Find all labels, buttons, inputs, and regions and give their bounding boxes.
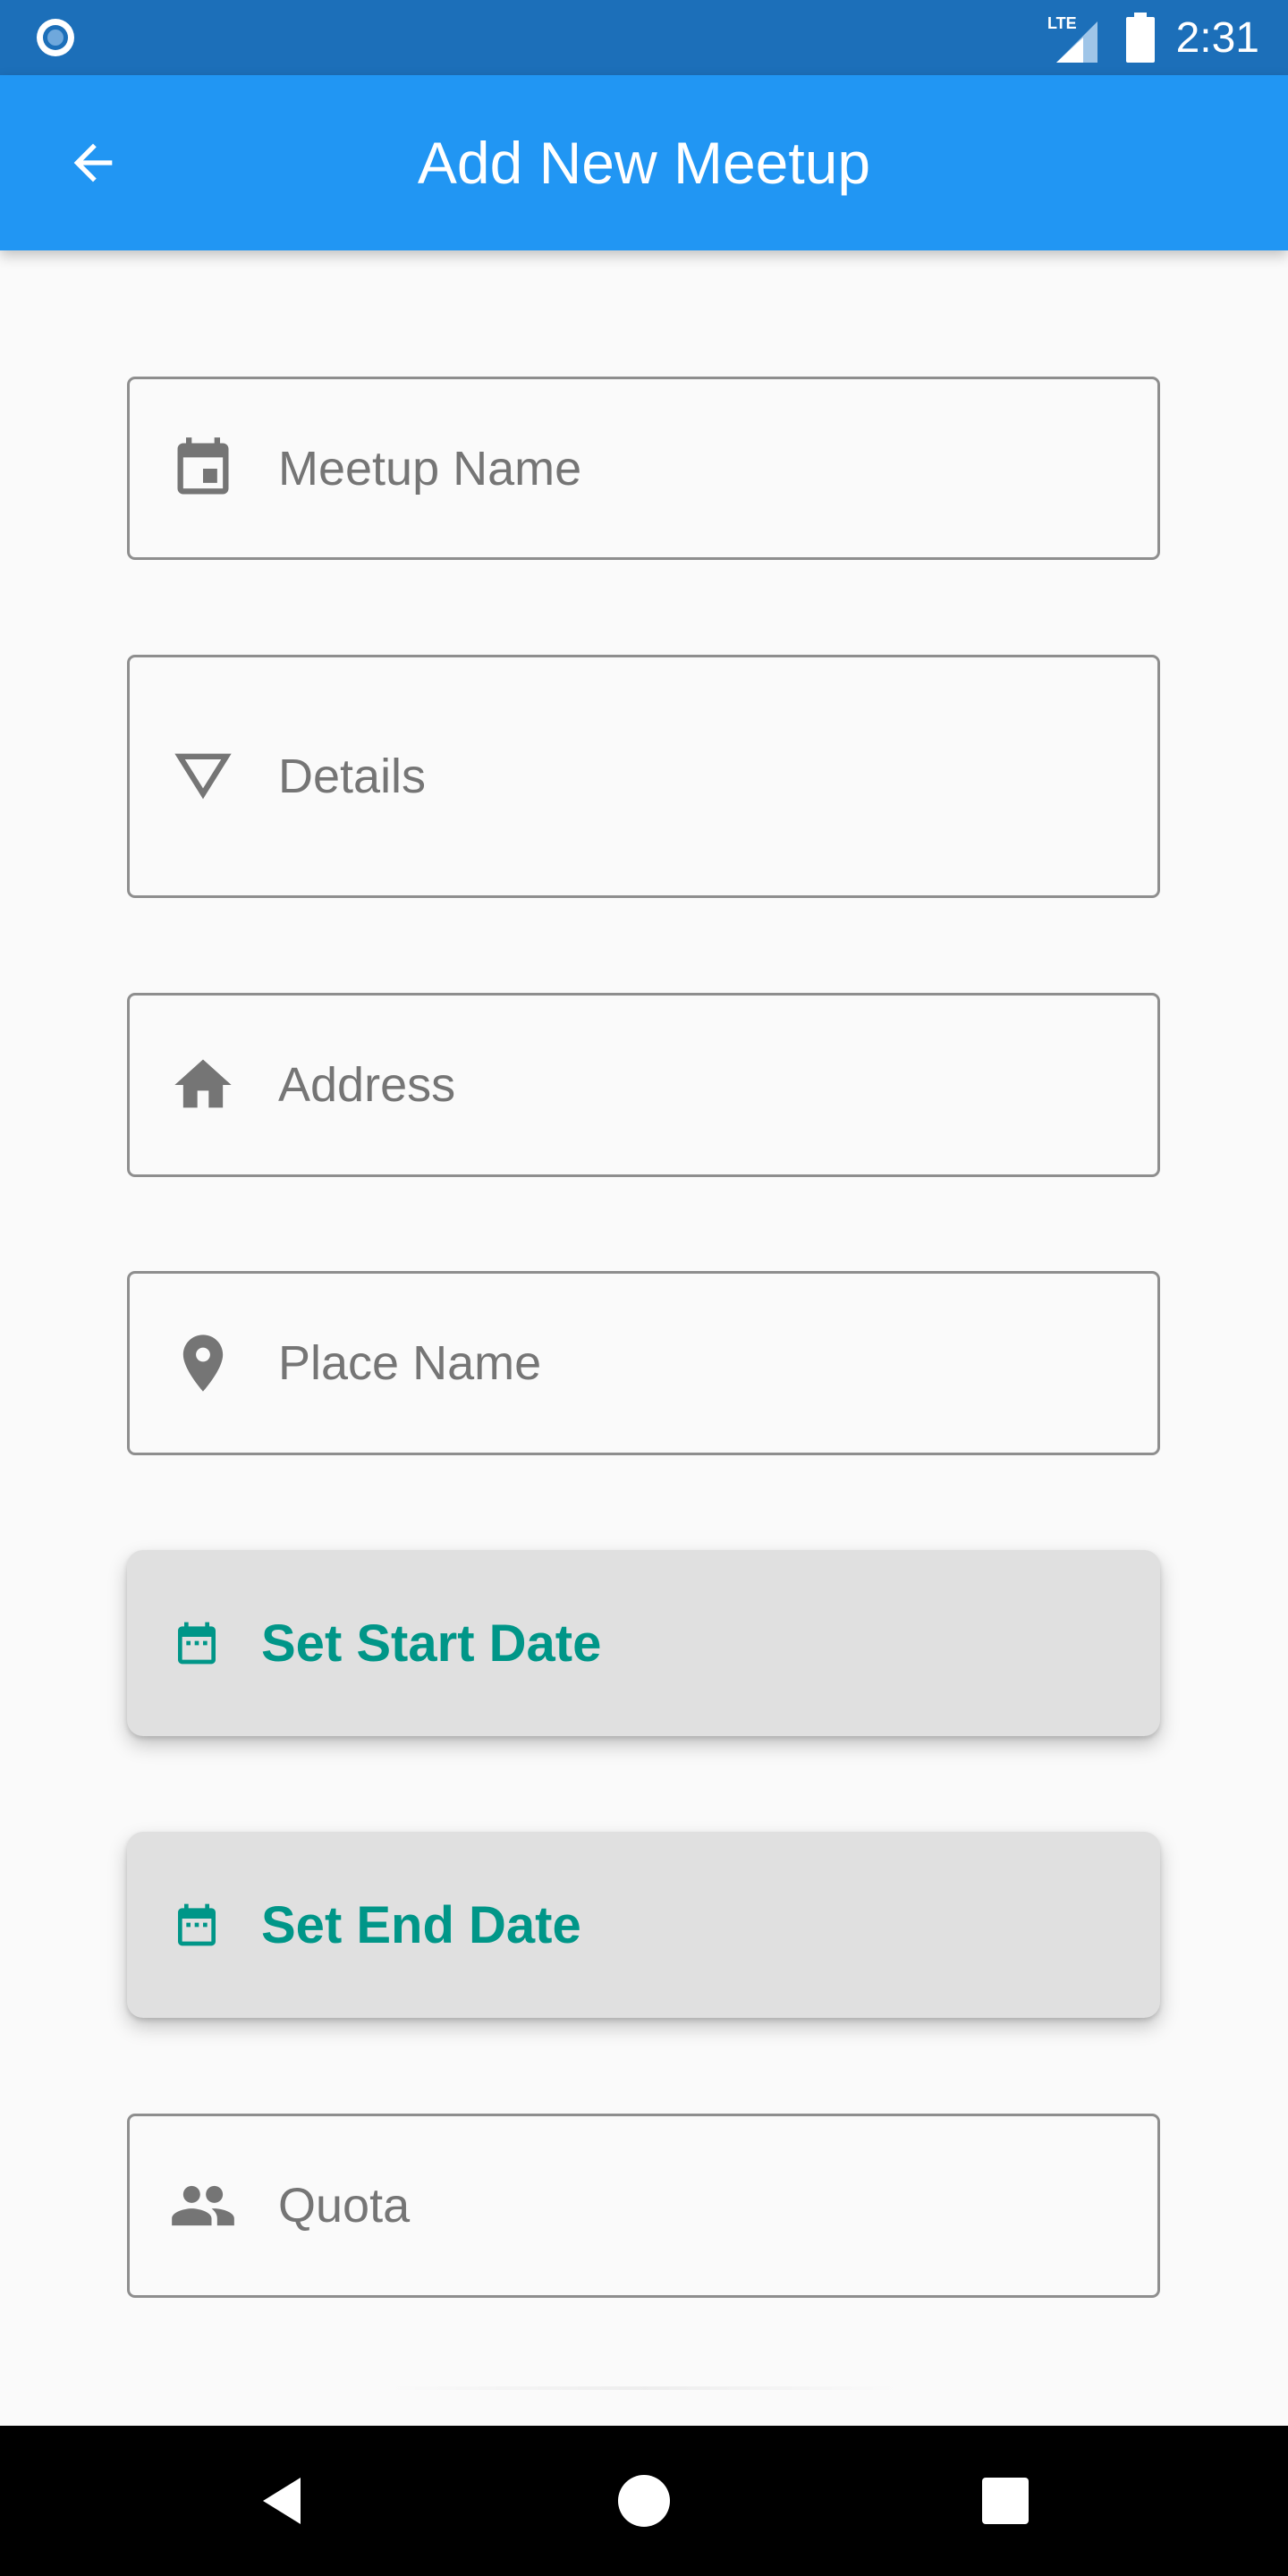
details-field[interactable]: Details xyxy=(127,655,1160,898)
set-start-date-button[interactable]: Set Start Date xyxy=(127,1550,1160,1736)
recents-square-icon xyxy=(982,2478,1029,2524)
address-placeholder: Address xyxy=(278,1058,456,1112)
battery-icon xyxy=(1125,13,1155,63)
page-title: Add New Meetup xyxy=(417,130,871,196)
arrow-back-icon xyxy=(73,143,113,182)
calendar-event-icon xyxy=(169,435,237,503)
quota-field[interactable]: Quota xyxy=(127,2114,1160,2298)
people-icon xyxy=(169,2172,237,2240)
details-placeholder: Details xyxy=(278,750,427,803)
home-circle-icon xyxy=(618,2475,670,2527)
lte-label: LTE xyxy=(1047,14,1077,32)
calendar-icon xyxy=(172,1618,222,1668)
set-start-date-label: Set Start Date xyxy=(261,1614,602,1673)
status-bar: LTE 2:31 xyxy=(0,0,1288,75)
nav-back-button[interactable] xyxy=(231,2447,338,2555)
address-field[interactable]: Address xyxy=(127,993,1160,1177)
meetup-name-field[interactable]: Meetup Name xyxy=(127,377,1160,560)
system-navigation-bar xyxy=(0,2426,1288,2576)
meetup-name-placeholder: Meetup Name xyxy=(278,441,582,496)
quota-placeholder: Quota xyxy=(278,2179,411,2233)
app-notification-icon xyxy=(37,19,74,56)
status-indicators: LTE 2:31 xyxy=(1047,0,1259,75)
triangle-down-icon xyxy=(169,742,237,810)
place-name-field[interactable]: Place Name xyxy=(127,1271,1160,1455)
app-bar: Add New Meetup xyxy=(0,75,1288,250)
lte-signal-icon: LTE xyxy=(1047,14,1097,63)
nav-home-button[interactable] xyxy=(590,2447,698,2555)
calendar-icon xyxy=(172,1900,222,1950)
back-triangle-icon xyxy=(263,2478,301,2524)
home-icon xyxy=(169,1051,237,1119)
back-button[interactable] xyxy=(39,109,147,216)
status-time: 2:31 xyxy=(1175,13,1259,62)
scroll-edge-divider xyxy=(385,2386,903,2390)
nav-recents-button[interactable] xyxy=(952,2447,1059,2555)
set-end-date-button[interactable]: Set End Date xyxy=(127,1832,1160,2018)
place-name-placeholder: Place Name xyxy=(278,1336,542,1390)
set-end-date-label: Set End Date xyxy=(261,1895,581,1954)
place-pin-icon xyxy=(169,1329,237,1397)
